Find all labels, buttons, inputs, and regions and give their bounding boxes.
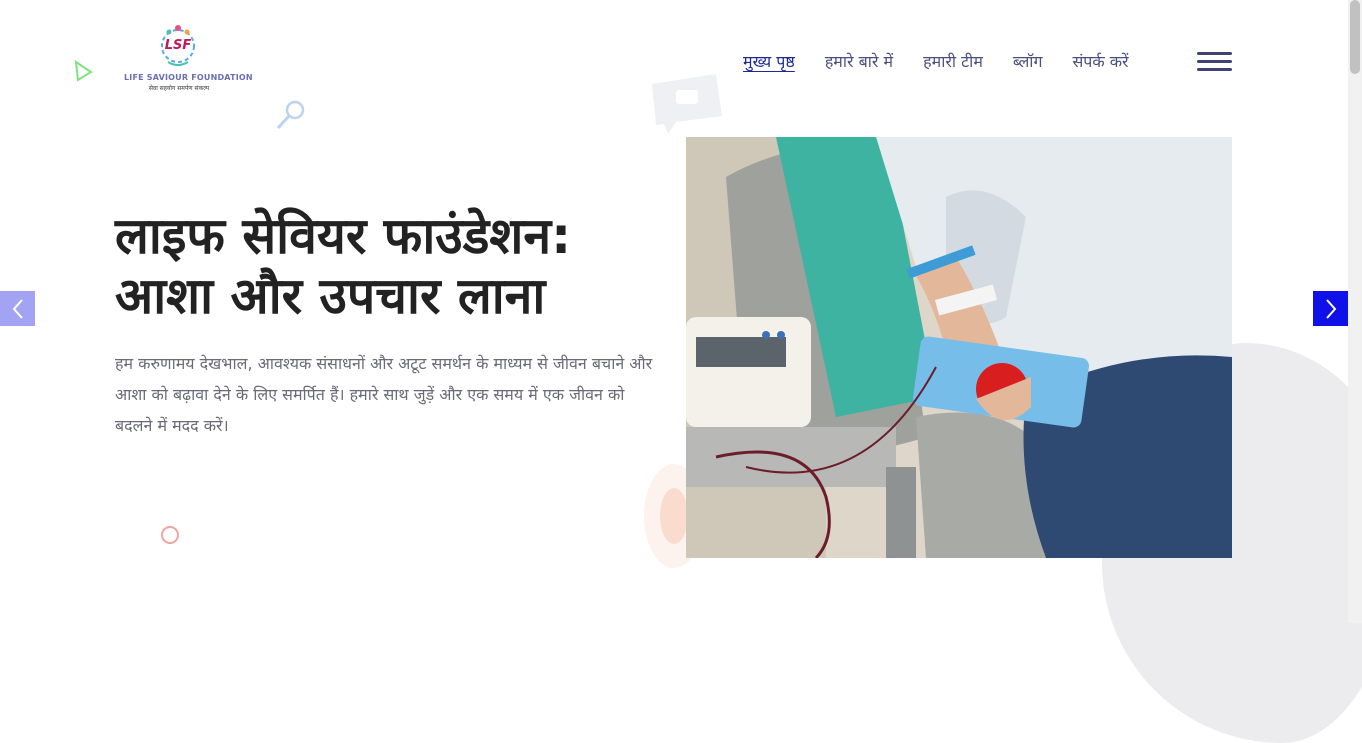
hamburger-icon[interactable] [1197, 52, 1232, 72]
hero-title: लाइफ सेवियर फाउंडेशन: आशा और उपचार लाना [115, 206, 675, 326]
hero-image-blood-donation [686, 137, 1232, 558]
logo-tagline: सेवा सहयोग समर्पण संकल्प [148, 85, 210, 92]
logo-mark-text: LSF [164, 38, 192, 53]
hero-description: हम करुणामय देखभाल, आवश्यक संसाधनों और अट… [115, 354, 653, 435]
blood-donation-illustration [686, 137, 1232, 558]
chevron-left-icon [12, 298, 23, 319]
main-nav: मुख्य पृष्ठ हमारे बारे में हमारी टीम ब्ल… [743, 50, 1129, 72]
nav-item-contact[interactable]: संपर्क करें [1072, 50, 1128, 72]
nav-item-about[interactable]: हमारे बारे में [825, 50, 893, 72]
hero-title-line-1: लाइफ सेवियर फाउंडेशन: [115, 207, 572, 265]
page-scrollbar[interactable] [1348, 0, 1362, 623]
logo-name: LIFE SAVIOUR FOUNDATION [124, 73, 253, 82]
magnifier-decoration-icon [276, 100, 305, 130]
nav-item-blog[interactable]: ब्लॉग [1013, 50, 1043, 72]
chevron-right-icon [1325, 298, 1336, 319]
circle-decoration-icon [161, 526, 179, 544]
logo[interactable]: LSF LIFE SAVIOUR FOUNDATION सेवा सहयोग स… [124, 22, 253, 94]
triangle-decoration-icon [74, 60, 93, 82]
nav-item-team[interactable]: हमारी टीम [923, 50, 983, 72]
slider-prev-button[interactable] [0, 291, 35, 326]
chat-bubble-decoration-icon [652, 74, 722, 134]
slider-next-button[interactable] [1313, 291, 1348, 326]
hero-title-line-2: आशा और उपचार लाना [115, 267, 546, 325]
nav-item-home[interactable]: मुख्य पृष्ठ [743, 50, 795, 72]
scrollbar-thumb[interactable] [1350, 0, 1360, 74]
